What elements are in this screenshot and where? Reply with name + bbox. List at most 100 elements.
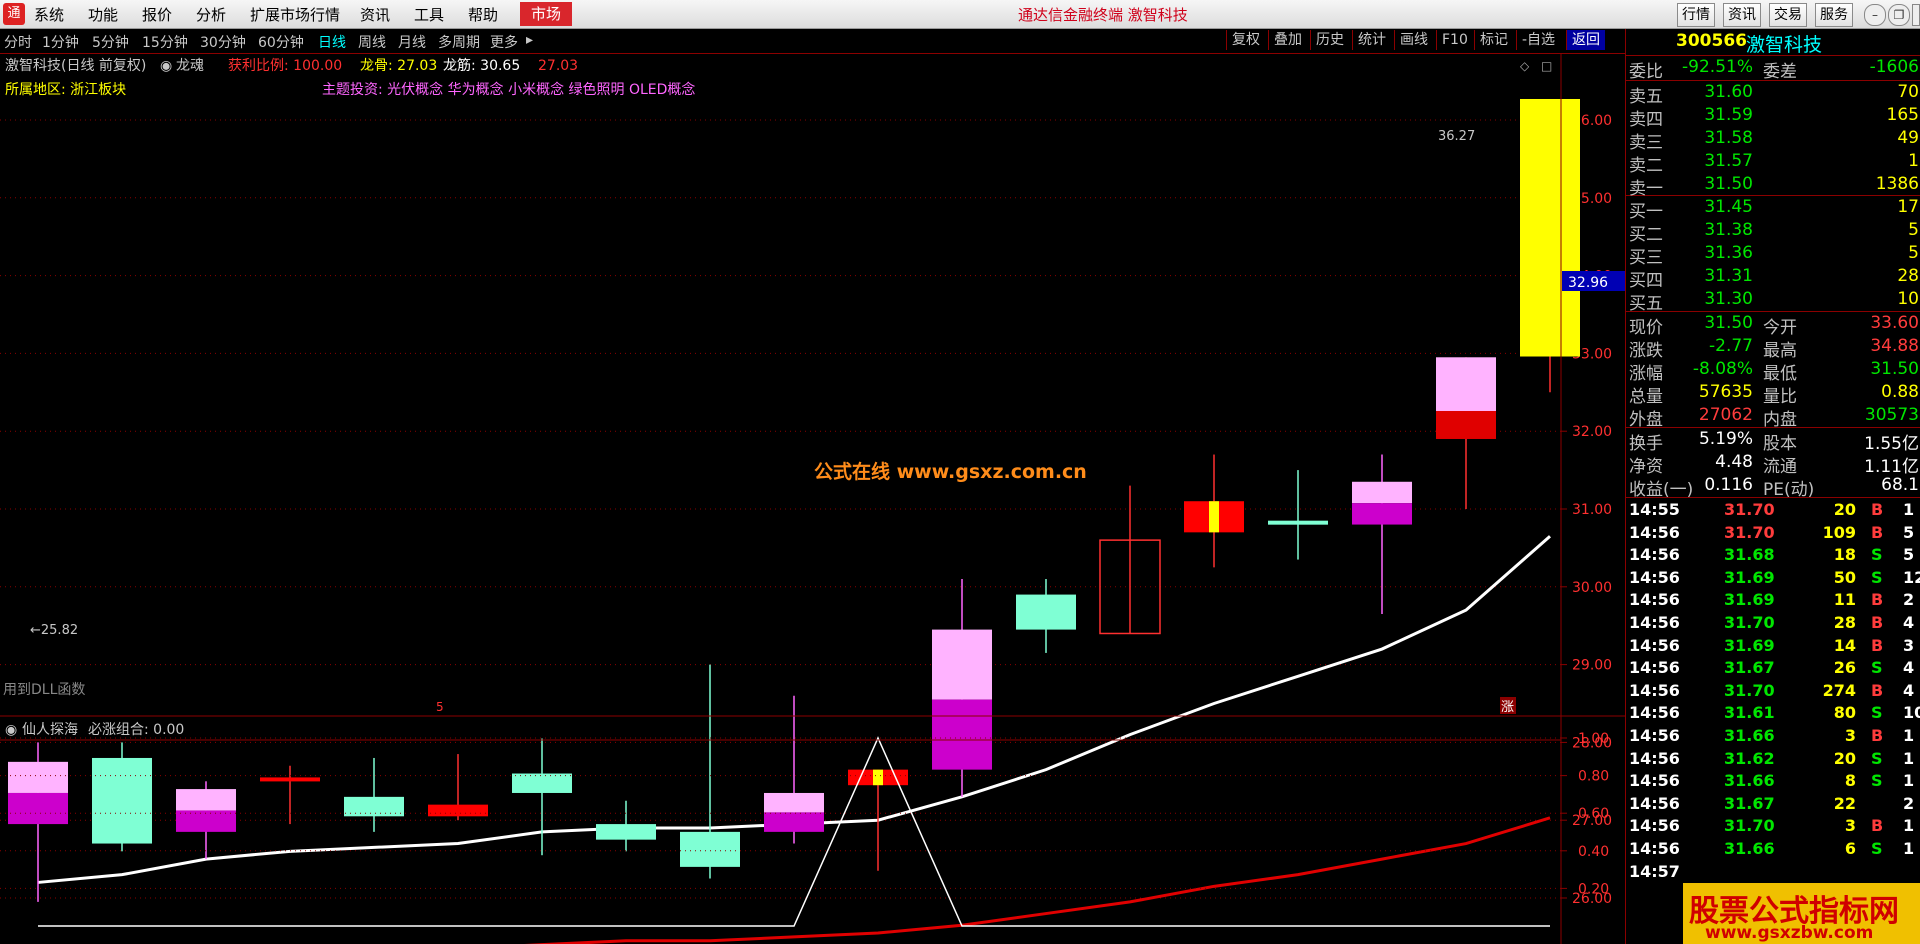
period-60min[interactable]: 60分钟 <box>258 32 304 52</box>
mark-button[interactable]: 标记 <box>1474 30 1513 50</box>
ask-label: 卖五 <box>1629 87 1663 107</box>
period-more[interactable]: 更多 <box>490 32 518 52</box>
ask-row[interactable]: 卖五 31.60 70 <box>1626 82 1920 107</box>
menu-analysis[interactable]: 分析 <box>196 4 226 25</box>
history-button[interactable]: 历史 <box>1310 30 1349 50</box>
period-monthly[interactable]: 月线 <box>398 32 426 52</box>
period-weekly[interactable]: 周线 <box>358 32 386 52</box>
tick-count: 1 <box>1903 816 1915 836</box>
tick-price: 31.70 <box>1724 816 1775 836</box>
tick-count: 1 <box>1903 748 1915 768</box>
tick-side: B <box>1871 816 1884 836</box>
period-daily[interactable]: 日线 <box>318 32 346 52</box>
tick-row[interactable]: 14:57 <box>1626 862 1920 884</box>
sub-collapse-icon[interactable]: ◉ <box>5 722 17 738</box>
bid-row[interactable]: 买四 31.31 28 <box>1626 266 1920 291</box>
tick-row[interactable]: 14:56 31.69 14 B 3 <box>1626 636 1920 658</box>
tick-row[interactable]: 14:56 31.67 26 S 4 <box>1626 658 1920 680</box>
ask-label: 卖一 <box>1629 179 1663 199</box>
back-button[interactable]: 返回 <box>1566 30 1605 50</box>
site-watermark: 股票公式指标网 www.gsxzbw.com <box>1683 883 1920 944</box>
ask-row[interactable]: 卖四 31.59 165 <box>1626 105 1920 130</box>
menu-help[interactable]: 帮助 <box>468 4 498 25</box>
candle-body-bottom <box>8 792 68 825</box>
tick-count: 1 <box>1903 771 1915 791</box>
statistics-button[interactable]: 统计 <box>1352 30 1391 50</box>
tick-volume: 109 <box>1822 522 1856 542</box>
chart-shape-icon[interactable]: ◇ <box>1520 59 1530 73</box>
news-button[interactable]: 资讯 <box>1723 3 1761 27</box>
period-30min[interactable]: 30分钟 <box>200 32 246 52</box>
draw-line-button[interactable]: 画线 <box>1394 30 1433 50</box>
tick-row[interactable]: 14:56 31.70 3 B 1 <box>1626 816 1920 838</box>
ask-row[interactable]: 卖二 31.57 1 <box>1626 151 1920 176</box>
tick-row[interactable]: 14:56 31.66 3 B 1 <box>1626 726 1920 748</box>
close-icon[interactable] <box>1912 4 1920 26</box>
weicha-label: 委差 <box>1763 62 1797 82</box>
trade-button[interactable]: 交易 <box>1769 3 1807 27</box>
indicator-dropdown-icon[interactable]: ◉ <box>160 58 172 74</box>
menu-news[interactable]: 资讯 <box>360 4 390 25</box>
bid-row[interactable]: 买三 31.36 5 <box>1626 243 1920 268</box>
menu-function[interactable]: 功能 <box>88 4 118 25</box>
tick-row[interactable]: 14:56 31.67 22 2 <box>1626 794 1920 816</box>
minimize-icon[interactable]: – <box>1864 4 1886 26</box>
period-multi[interactable]: 多周期 <box>438 32 480 52</box>
chart-close-icon[interactable]: □ <box>1541 59 1552 73</box>
tick-row[interactable]: 14:55 31.70 20 B 1 <box>1626 500 1920 522</box>
tick-row[interactable]: 14:56 31.62 20 S 1 <box>1626 749 1920 771</box>
tick-row[interactable]: 14:56 31.66 6 S 1 <box>1626 839 1920 861</box>
tick-time: 14:56 <box>1629 658 1680 678</box>
tick-row[interactable]: 14:56 31.66 8 S 1 <box>1626 771 1920 793</box>
stat-row: 外盘 27062 内盘 30573 <box>1626 405 1920 430</box>
kline-chart[interactable]: 36.0035.0034.0033.0032.0031.0030.0029.00… <box>0 54 1625 944</box>
sub-tick-label: 1.00 <box>1578 731 1609 747</box>
quote-button[interactable]: 行情 <box>1677 3 1715 27</box>
menu-tools[interactable]: 工具 <box>414 4 444 25</box>
more-arrow-icon[interactable]: ▸ <box>526 32 533 48</box>
menu-bar: 通 系统 功能 报价 分析 扩展市场行情 资讯 工具 帮助 市场 通达信金融终端… <box>0 0 1920 29</box>
market-tab[interactable]: 市场 <box>520 2 572 26</box>
menu-quote[interactable]: 报价 <box>142 4 172 25</box>
restore-icon[interactable]: ❐ <box>1888 4 1910 26</box>
bid-row[interactable]: 买二 31.38 5 <box>1626 220 1920 245</box>
price-tick-label: 30.00 <box>1572 580 1612 596</box>
ask-row[interactable]: 卖三 31.58 49 <box>1626 128 1920 153</box>
adjust-button[interactable]: 复权 <box>1226 30 1265 50</box>
bid-price: 31.31 <box>1704 266 1753 286</box>
tick-row[interactable]: 14:56 31.61 80 S 10 <box>1626 703 1920 725</box>
tick-price: 31.66 <box>1724 839 1775 858</box>
tick-count: 1 <box>1903 500 1915 519</box>
tick-price: 31.70 <box>1724 680 1775 700</box>
tick-row[interactable]: 14:56 31.69 11 B 2 <box>1626 590 1920 612</box>
bid-row[interactable]: 买一 31.45 17 <box>1626 197 1920 222</box>
tick-row[interactable]: 14:56 31.69 50 S 12 <box>1626 568 1920 590</box>
f10-button[interactable]: F10 <box>1436 30 1473 50</box>
bid-row[interactable]: 买五 31.30 10 <box>1626 289 1920 314</box>
ask-label: 卖三 <box>1629 133 1663 153</box>
sub-indicator-name[interactable]: 仙人探海 <box>22 722 78 738</box>
period-fenshi[interactable]: 分时 <box>4 32 32 52</box>
price-tick-label: 32.00 <box>1572 424 1612 440</box>
indicator-name[interactable]: 龙魂 <box>176 58 204 74</box>
tick-time: 14:56 <box>1629 839 1680 858</box>
tick-row[interactable]: 14:56 31.68 18 S 5 <box>1626 545 1920 567</box>
tick-row[interactable]: 14:56 31.70 274 B 4 <box>1626 681 1920 703</box>
tick-row[interactable]: 14:56 31.70 109 B 5 <box>1626 523 1920 545</box>
menu-system[interactable]: 系统 <box>34 4 64 25</box>
watchlist-button[interactable]: -自选 <box>1516 30 1560 50</box>
tick-count: 2 <box>1903 793 1915 813</box>
bid-price: 31.45 <box>1704 197 1753 217</box>
overlay-button[interactable]: 叠加 <box>1268 30 1307 50</box>
tick-price: 31.61 <box>1724 703 1775 723</box>
ask-row[interactable]: 卖一 31.50 1386 <box>1626 174 1920 199</box>
period-15min[interactable]: 15分钟 <box>142 32 188 52</box>
period-1min[interactable]: 1分钟 <box>42 32 79 52</box>
tick-side: S <box>1871 839 1883 858</box>
period-5min[interactable]: 5分钟 <box>92 32 129 52</box>
service-button[interactable]: 服务 <box>1815 3 1853 27</box>
tick-row[interactable]: 14:56 31.70 28 B 4 <box>1626 613 1920 635</box>
sub-tick-label: 0.80 <box>1578 769 1609 785</box>
menu-extended-market[interactable]: 扩展市场行情 <box>250 4 340 25</box>
candle-body-top <box>932 629 992 700</box>
